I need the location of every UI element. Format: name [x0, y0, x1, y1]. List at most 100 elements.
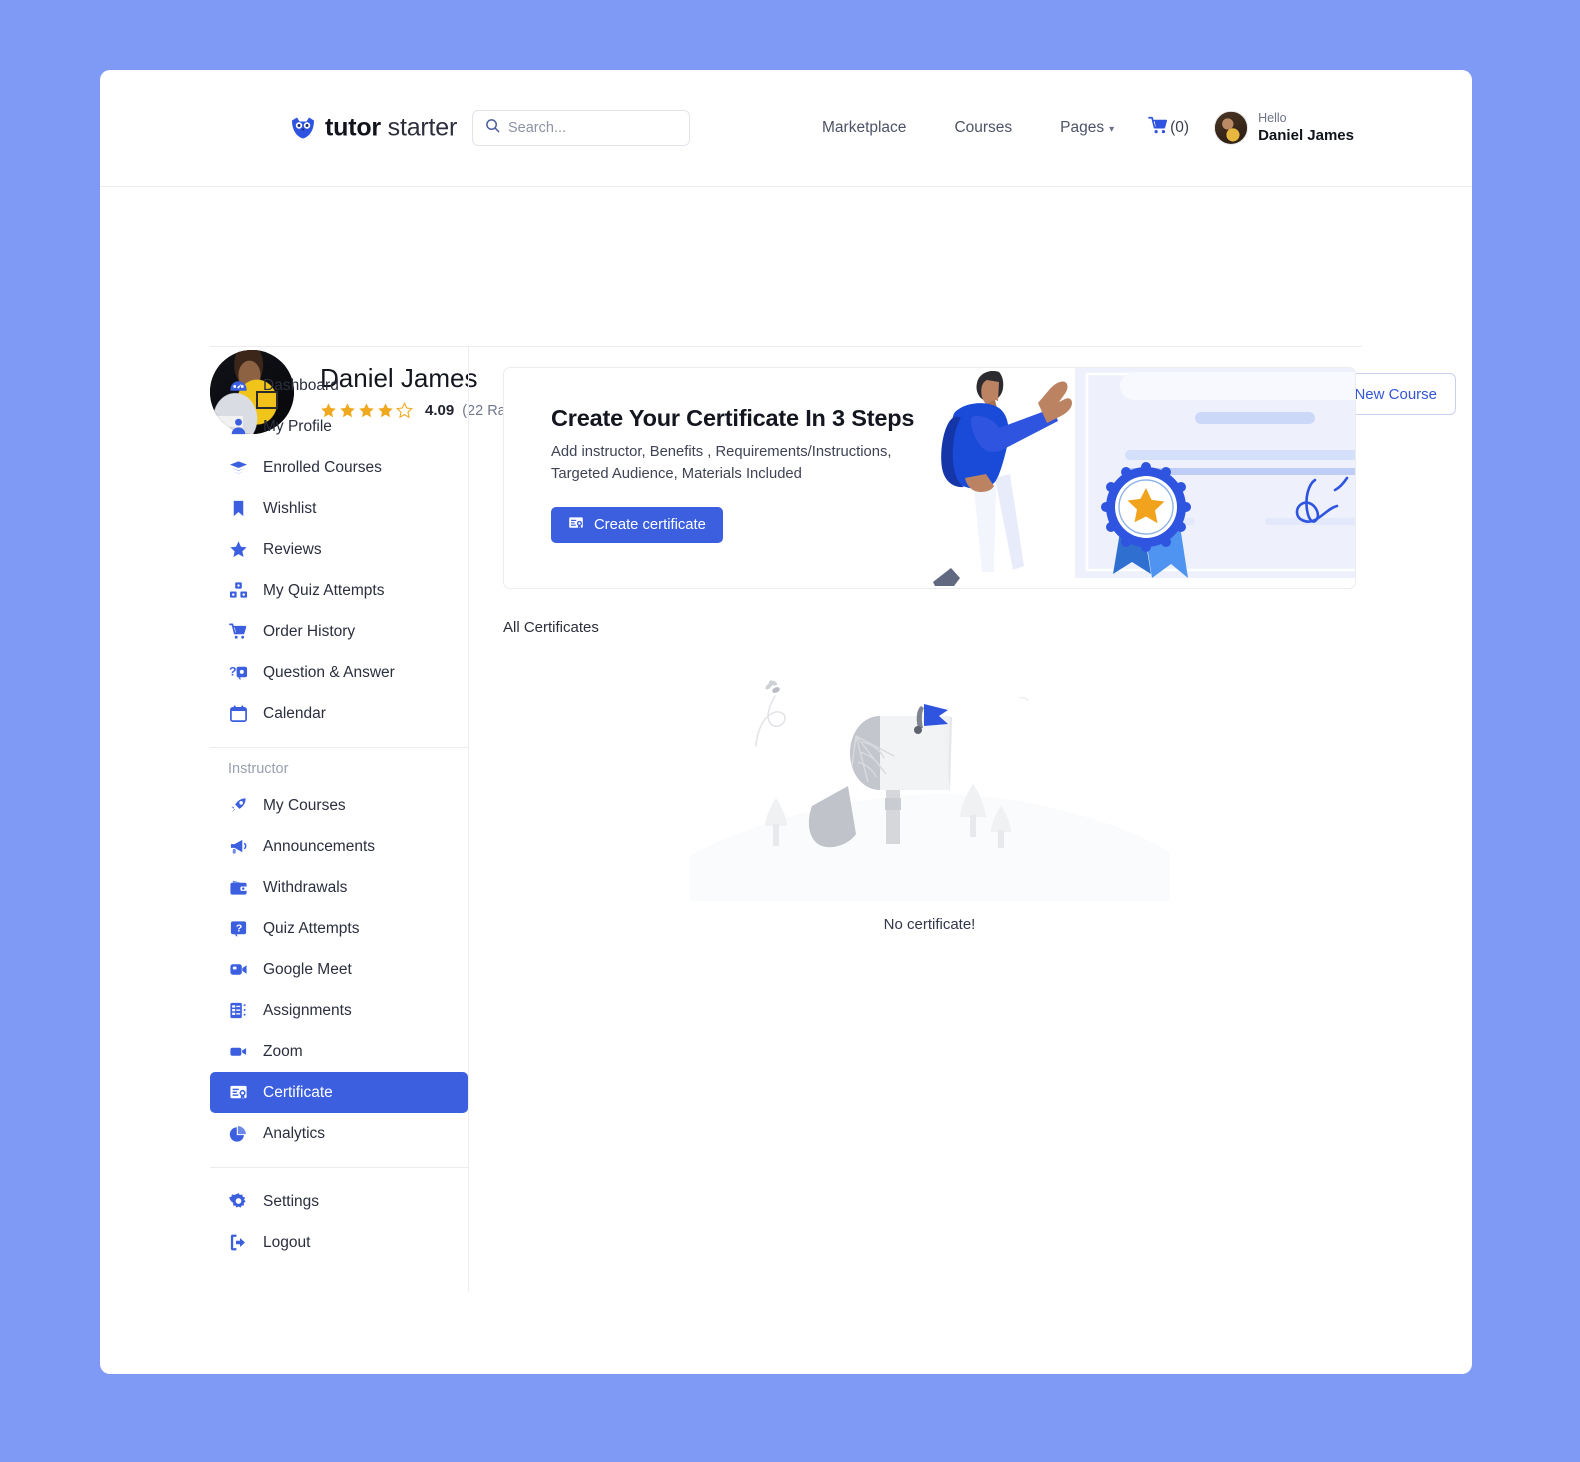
sidebar-item-label: Quiz Attempts — [263, 919, 360, 937]
sidebar-item-label: Calendar — [263, 704, 326, 722]
logo-text-bold: tutor — [325, 113, 381, 142]
question-box-icon: ? — [228, 918, 249, 939]
sidebar-item-google-meet[interactable]: Google Meet — [210, 949, 468, 990]
sidebar-divider-1 — [210, 747, 468, 748]
sidebar-item-label: My Quiz Attempts — [263, 581, 385, 599]
star-icon — [228, 539, 249, 560]
wallet-icon — [228, 877, 249, 898]
sidebar-item-label: Question & Answer — [263, 663, 395, 681]
avatar — [1214, 111, 1249, 145]
user-name: Daniel James — [1258, 126, 1354, 144]
app-window: tutor starter Marketplace Courses Pages … — [100, 70, 1472, 1374]
sidebar-item-label: Certificate — [263, 1083, 333, 1101]
sidebar-item-label: My Courses — [263, 796, 346, 814]
sidebar-item-enrolled-courses[interactable]: Enrolled Courses — [210, 447, 468, 488]
sidebar-item-my-quiz-attempts[interactable]: My Quiz Attempts — [210, 570, 468, 611]
sidebar: Dashboard My Profile Enrolled Courses Wi… — [210, 365, 468, 1263]
certificate-icon — [228, 1082, 249, 1103]
user-meta: Hello Daniel James — [1258, 111, 1354, 145]
cart-count: (0) — [1170, 119, 1190, 136]
empty-mailbox-illustration — [689, 656, 1170, 906]
sidebar-item-analytics[interactable]: Analytics — [210, 1113, 468, 1154]
user-menu[interactable]: Hello Daniel James — [1214, 111, 1354, 145]
nav-item-marketplace[interactable]: Marketplace — [798, 119, 930, 137]
sidebar-item-assignments[interactable]: Assignments — [210, 990, 468, 1031]
sidebar-item-label: Analytics — [263, 1124, 326, 1142]
dashboard-icon — [228, 375, 249, 396]
sidebar-item-certificate[interactable]: Certificate — [210, 1072, 468, 1113]
nav-label: Marketplace — [822, 119, 907, 136]
sidebar-item-label: Order History — [263, 622, 356, 640]
user-icon — [228, 416, 249, 437]
sidebar-item-my-profile[interactable]: My Profile — [210, 406, 468, 447]
sidebar-item-my-courses[interactable]: My Courses — [210, 785, 468, 826]
sidebar-item-label: Withdrawals — [263, 878, 348, 896]
sidebar-item-label: Zoom — [263, 1042, 303, 1060]
sidebar-item-label: Reviews — [263, 540, 322, 558]
cart-button[interactable]: (0) — [1148, 116, 1189, 140]
pie-chart-icon — [228, 1123, 249, 1144]
shopping-cart-icon — [228, 621, 249, 642]
sidebar-item-reviews[interactable]: Reviews — [210, 529, 468, 570]
certificate-illustration — [925, 368, 1355, 588]
site-header: tutor starter Marketplace Courses Pages … — [100, 70, 1472, 187]
certificate-icon — [568, 515, 584, 535]
megaphone-icon — [228, 836, 249, 857]
sidebar-item-calendar[interactable]: Calendar — [210, 693, 468, 734]
sidebar-item-quiz-attempts[interactable]: ? Quiz Attempts — [210, 908, 468, 949]
sidebar-item-label: Dashboard — [263, 376, 339, 394]
empty-state: No certificate! — [503, 656, 1356, 933]
sidebar-item-label: Settings — [263, 1192, 320, 1210]
quiz-blocks-icon — [228, 580, 249, 601]
sidebar-item-wishlist[interactable]: Wishlist — [210, 488, 468, 529]
sidebar-item-order-history[interactable]: Order History — [210, 611, 468, 652]
create-certificate-banner: Create Your Certificate In 3 Steps Add i… — [503, 367, 1356, 589]
sidebar-item-label: My Profile — [263, 417, 332, 435]
main-content: Create Your Certificate In 3 Steps Add i… — [503, 367, 1356, 933]
nav-item-courses[interactable]: Courses — [930, 119, 1036, 137]
sidebar-item-announcements[interactable]: Announcements — [210, 826, 468, 867]
empty-state-text: No certificate! — [883, 916, 976, 933]
logout-icon — [228, 1232, 249, 1253]
search-box[interactable] — [472, 110, 695, 146]
greeting-label: Hello — [1258, 110, 1287, 125]
sidebar-divider-2 — [210, 1167, 468, 1168]
banner-title: Create Your Certificate In 3 Steps — [551, 405, 915, 431]
banner-subtitle: Add instructor, Benefits , Requirements/… — [551, 441, 892, 485]
sidebar-item-zoom[interactable]: Zoom — [210, 1031, 468, 1072]
graduation-cap-icon — [228, 457, 249, 478]
search-icon — [485, 118, 500, 138]
sidebar-item-question-answer[interactable]: ? Question & Answer — [210, 652, 468, 693]
create-certificate-button[interactable]: Create certificate — [551, 507, 723, 543]
nav-label: Courses — [954, 119, 1013, 136]
gear-icon — [228, 1191, 249, 1212]
logo-text: tutor starter — [325, 114, 457, 143]
owl-icon — [290, 115, 316, 141]
main-nav: Marketplace Courses Pages ▾ (0) Hello Da… — [798, 111, 1354, 145]
search-input[interactable] — [508, 120, 695, 136]
site-logo[interactable]: tutor starter — [290, 114, 457, 143]
svg-text:?: ? — [236, 923, 242, 934]
banner-subtitle-line2: Targeted Audience, Materials Included — [551, 466, 802, 483]
sidebar-item-withdrawals[interactable]: Withdrawals — [210, 867, 468, 908]
sidebar-item-label: Announcements — [263, 837, 376, 855]
question-answer-icon: ? — [228, 662, 249, 683]
sidebar-divider — [468, 347, 469, 1292]
profile-bar: Daniel James 4.09 (22 Ratings) Create a … — [100, 187, 1472, 434]
bookmark-icon — [228, 498, 249, 519]
rocket-icon — [228, 795, 249, 816]
nav-label: Pages — [1060, 119, 1105, 136]
sidebar-item-dashboard[interactable]: Dashboard — [210, 365, 468, 406]
chevron-down-icon: ▾ — [1109, 123, 1115, 135]
sidebar-item-label: Google Meet — [263, 960, 352, 978]
sidebar-item-label: Enrolled Courses — [263, 458, 382, 476]
nav-item-pages[interactable]: Pages ▾ — [1036, 119, 1138, 137]
sidebar-item-logout[interactable]: Logout — [210, 1222, 468, 1263]
sidebar-item-label: Logout — [263, 1233, 311, 1251]
sidebar-item-label: Wishlist — [263, 499, 317, 517]
calendar-icon — [228, 703, 249, 724]
banner-subtitle-line1: Add instructor, Benefits , Requirements/… — [551, 444, 892, 460]
cart-icon — [1148, 116, 1169, 140]
sidebar-item-settings[interactable]: Settings — [210, 1181, 468, 1222]
header-divider — [210, 346, 1362, 347]
